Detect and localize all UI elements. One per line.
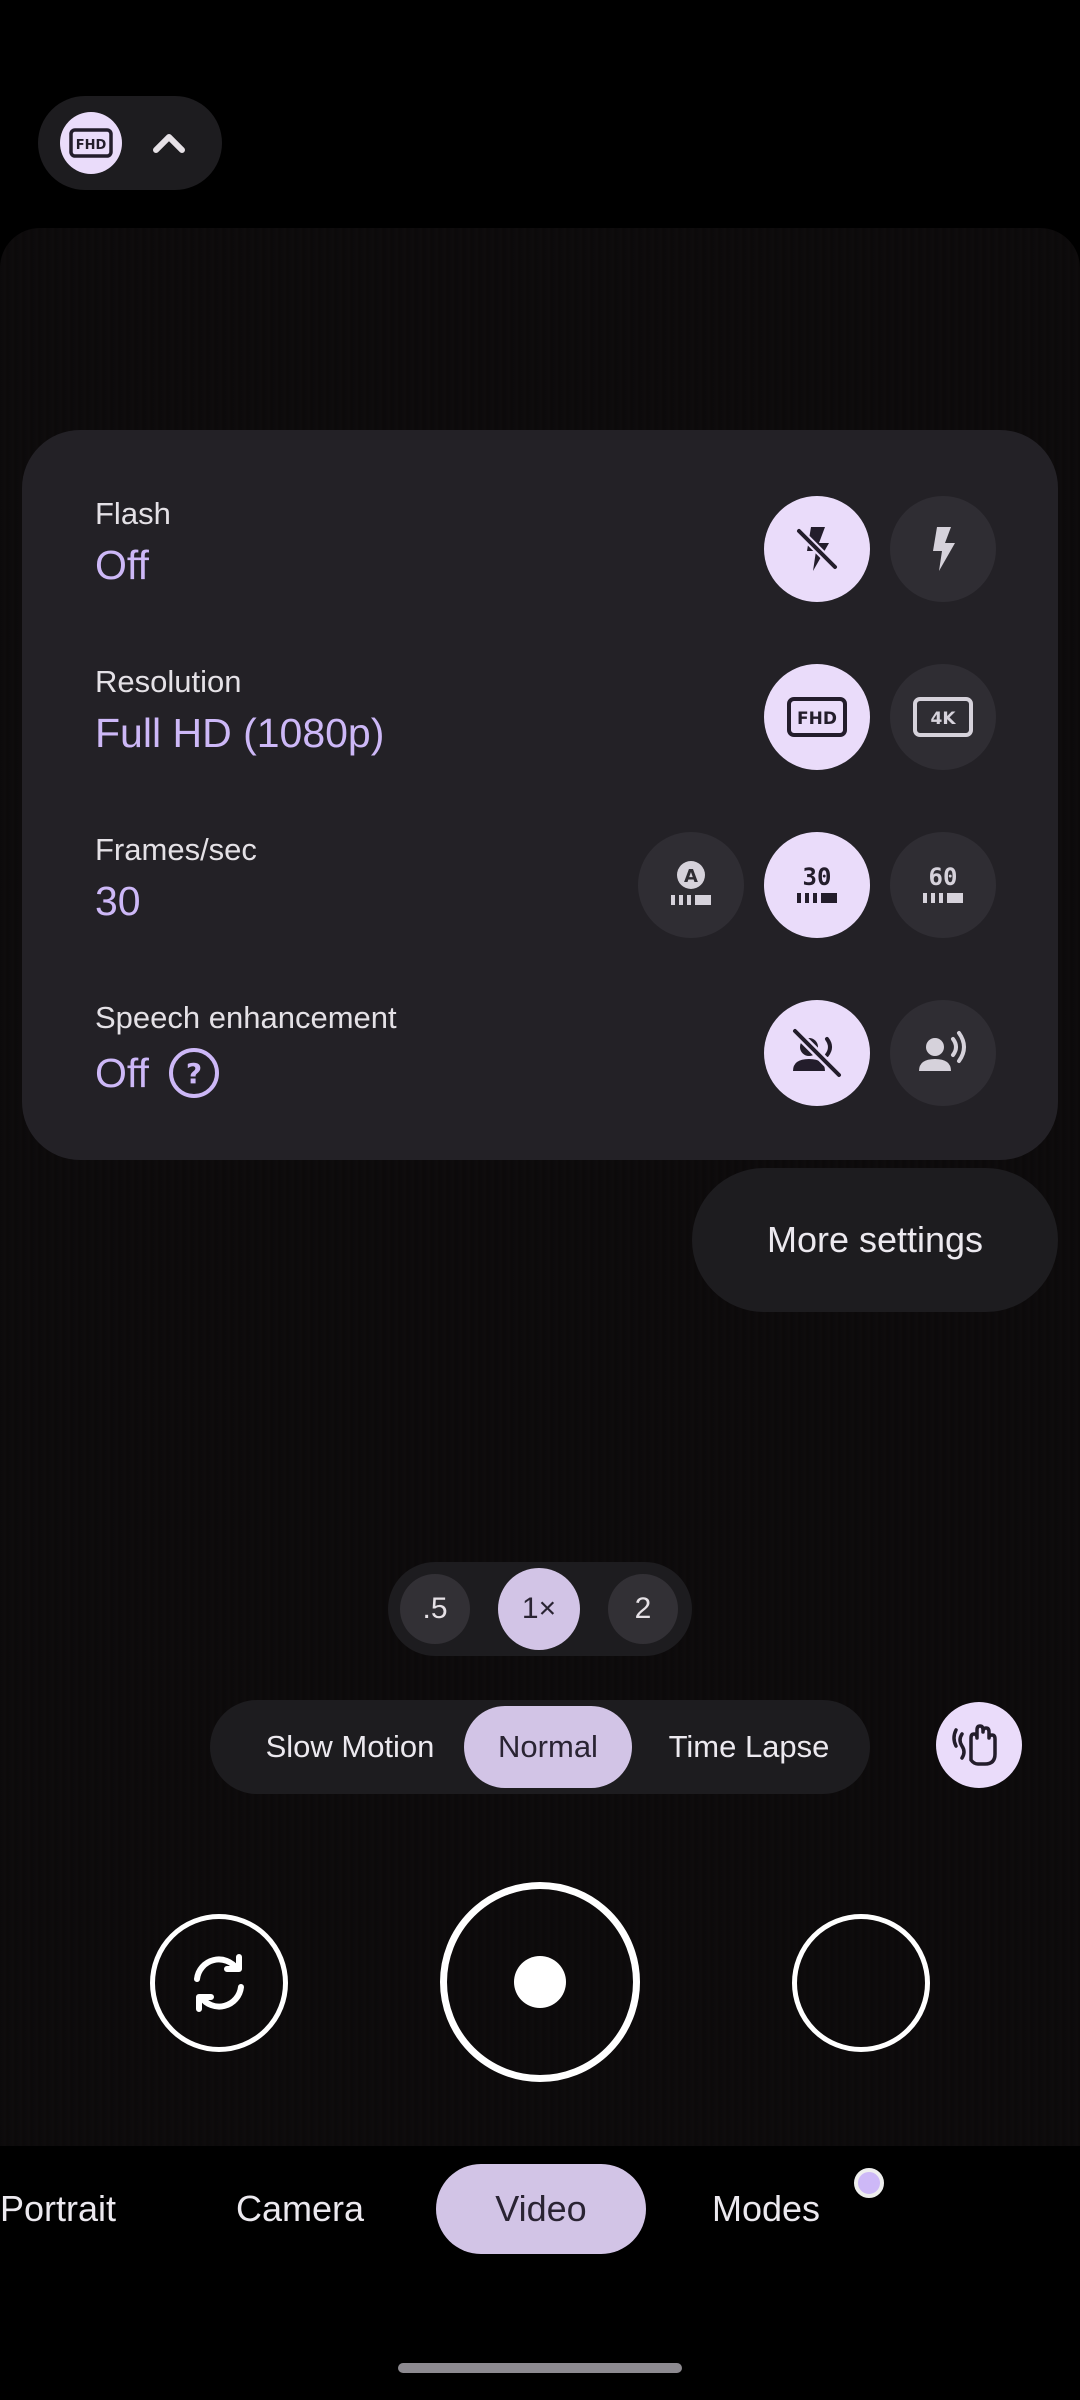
fhd-icon: FHD [60, 112, 122, 174]
switch-camera-icon [194, 1954, 244, 2012]
tab-modes[interactable]: Modes [712, 2164, 862, 2254]
tab-video[interactable]: Video [436, 2164, 646, 2254]
resolution-title: Resolution [95, 664, 242, 699]
time-lapse-option[interactable]: Time Lapse [646, 1706, 852, 1788]
video-mode-selector: Slow Motion Normal Time Lapse [210, 1700, 870, 1794]
speech-on-icon [919, 1031, 966, 1071]
4k-button[interactable]: 4K [890, 664, 996, 770]
record-button[interactable] [440, 1882, 640, 2082]
zoom-1x-button[interactable]: 1× [498, 1568, 580, 1650]
zoom-2x-button[interactable]: 2 [608, 1574, 678, 1644]
home-gesture-bar[interactable] [398, 2363, 682, 2373]
fps-30-icon: 30 [797, 863, 837, 903]
flash-value: Off [95, 542, 149, 588]
gallery-thumbnail[interactable] [792, 1914, 930, 2052]
slow-motion-option[interactable]: Slow Motion [232, 1706, 468, 1788]
svg-text:4K: 4K [930, 709, 956, 729]
resolution-value: Full HD (1080p) [95, 710, 385, 756]
speech-off-icon [791, 1027, 843, 1079]
speech-off-button[interactable] [764, 1000, 870, 1106]
svg-text:A: A [684, 866, 698, 887]
fps-title: Frames/sec [95, 832, 257, 867]
4k-icon: 4K [913, 697, 973, 737]
flash-on-icon [933, 527, 955, 571]
speech-setting-row: Speech enhancement Off ? [22, 1000, 1058, 1168]
flash-off-icon [796, 527, 838, 571]
normal-option[interactable]: Normal [464, 1706, 632, 1788]
stabilization-button[interactable] [936, 1702, 1022, 1788]
flash-title: Flash [95, 496, 171, 531]
zoom-0-5-button[interactable]: .5 [400, 1574, 470, 1644]
fps-30-button[interactable]: 30 [764, 832, 870, 938]
speech-value-wrap: Off ? [95, 1046, 221, 1100]
fhd-icon: FHD [787, 697, 847, 737]
help-icon[interactable]: ? [167, 1046, 221, 1100]
flash-on-button[interactable] [890, 496, 996, 602]
zoom-selector: .5 1× 2 [388, 1562, 692, 1656]
speech-on-button[interactable] [890, 1000, 996, 1106]
fps-auto-button[interactable]: A [638, 832, 744, 938]
tab-portrait[interactable]: Portrait [0, 2164, 170, 2254]
fps-value: 30 [95, 878, 141, 924]
svg-text:?: ? [186, 1057, 202, 1090]
svg-text:FHD: FHD [797, 709, 837, 729]
quick-settings-chip[interactable]: FHD [38, 96, 222, 190]
resolution-setting-row: Resolution Full HD (1080p) FHD 4K [22, 664, 1058, 832]
stabilization-hand-icon [952, 1724, 997, 1766]
more-settings-button[interactable]: More settings [692, 1168, 1058, 1312]
speech-title: Speech enhancement [95, 1000, 397, 1035]
svg-text:60: 60 [929, 863, 958, 891]
modes-new-badge [854, 2168, 884, 2198]
switch-camera-button[interactable] [150, 1914, 288, 2052]
svg-text:30: 30 [803, 863, 832, 891]
record-dot [514, 1956, 566, 2008]
fps-setting-row: Frames/sec 30 A 30 60 [22, 832, 1058, 1000]
fps-60-icon: 60 [923, 863, 963, 903]
tab-camera[interactable]: Camera [236, 2164, 396, 2254]
fps-auto-icon: A [671, 861, 711, 905]
flash-setting-row: Flash Off [22, 496, 1058, 664]
speech-value: Off [95, 1049, 149, 1096]
flash-off-button[interactable] [764, 496, 870, 602]
fhd-button[interactable]: FHD [764, 664, 870, 770]
chevron-up-icon[interactable] [144, 118, 194, 168]
video-settings-panel: Flash Off Resolution Full HD (1080p) FHD [22, 430, 1058, 1160]
svg-text:FHD: FHD [76, 138, 107, 153]
fps-60-button[interactable]: 60 [890, 832, 996, 938]
